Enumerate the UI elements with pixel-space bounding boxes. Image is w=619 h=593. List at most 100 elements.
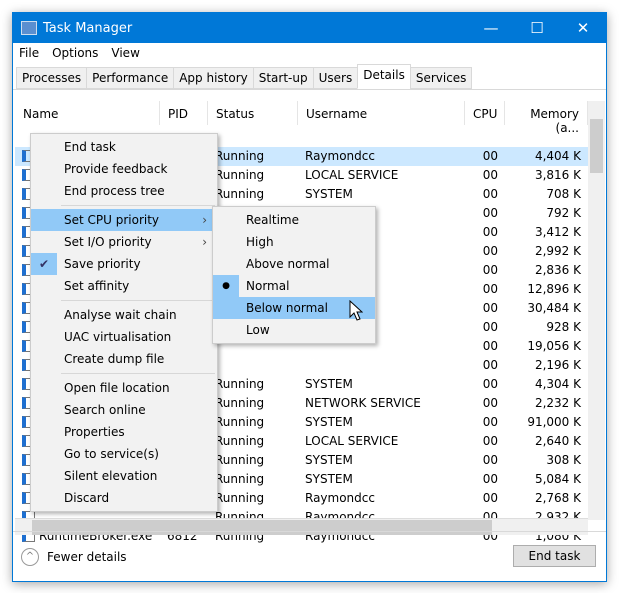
cell-text: 00: [482, 320, 498, 334]
menu-item-label: Open file location: [64, 381, 170, 395]
column-headers: Name PID Status Username CPU Memory (a...: [15, 101, 588, 135]
cell-text: 00: [482, 339, 498, 353]
cell-text: 708 K: [546, 187, 581, 201]
cell: 00: [465, 413, 505, 432]
cell: 00: [465, 356, 505, 375]
menu-item-label: High: [246, 235, 274, 249]
cell-text: 00: [482, 206, 498, 220]
tab-details[interactable]: Details: [357, 64, 411, 89]
cell: 308 K: [505, 451, 588, 470]
menu-item-label: Search online: [64, 403, 146, 417]
menu-separator: [61, 373, 215, 374]
cell: 3,816 K: [505, 166, 588, 185]
menu-item-label: Low: [246, 323, 270, 337]
cell: SYSTEM: [298, 451, 465, 470]
menu-item-label: Discard: [64, 491, 110, 505]
cell-text: 5,084 K: [534, 472, 581, 486]
cell: 00: [465, 166, 505, 185]
cell: Running: [208, 432, 298, 451]
menu-options[interactable]: Options: [52, 46, 98, 60]
menu-file[interactable]: File: [19, 46, 39, 60]
close-button[interactable]: ✕: [560, 19, 606, 37]
cell: Running: [208, 166, 298, 185]
cell: 792 K: [505, 204, 588, 223]
vertical-scrollbar[interactable]: [588, 101, 605, 520]
menu-item-end-process-tree[interactable]: End process tree: [31, 180, 217, 202]
priority-realtime[interactable]: Realtime: [213, 209, 375, 231]
tab-app-history[interactable]: App history: [173, 67, 254, 89]
cell: 00: [465, 280, 505, 299]
column-header[interactable]: Memory (a...: [505, 101, 588, 135]
menu-item-save-priority[interactable]: ✔ Save priority: [31, 253, 217, 275]
menu-view[interactable]: View: [111, 46, 139, 60]
cell-text: 00: [482, 472, 498, 486]
menu-item-silent-elevation[interactable]: Silent elevation: [31, 465, 217, 487]
cell: 2,196 K: [505, 356, 588, 375]
priority-above-normal[interactable]: Above normal: [213, 253, 375, 275]
priority-normal[interactable]: ● Normal: [213, 275, 375, 297]
column-header[interactable]: CPU: [465, 101, 505, 125]
menu-item-uac-virtualisation[interactable]: UAC virtualisation: [31, 326, 217, 348]
menu-item-properties[interactable]: Properties: [31, 421, 217, 443]
footer: ^ Fewer details End task: [13, 531, 606, 581]
menu-item-create-dump-file[interactable]: Create dump file: [31, 348, 217, 370]
cell: 4,304 K: [505, 375, 588, 394]
menu-bar: File Options View: [13, 43, 606, 63]
tab-start-up[interactable]: Start-up: [252, 67, 314, 89]
menu-item-label: UAC virtualisation: [64, 330, 172, 344]
menu-item-label: Create dump file: [64, 352, 165, 366]
tab-performance[interactable]: Performance: [86, 67, 175, 89]
priority-low[interactable]: Low: [213, 319, 375, 341]
chevron-up-icon: ^: [21, 548, 39, 566]
tab-users[interactable]: Users: [312, 67, 359, 89]
cell: Running: [208, 375, 298, 394]
cell: 2,640 K: [505, 432, 588, 451]
cell: 00: [465, 242, 505, 261]
menu-item-open-file-location[interactable]: Open file location: [31, 377, 217, 399]
menu-item-label: Provide feedback: [64, 162, 168, 176]
menu-item-discard[interactable]: Discard: [31, 487, 217, 509]
menu-item-label: Set affinity: [64, 279, 130, 293]
cell-text: 00: [482, 282, 498, 296]
cell: [208, 356, 298, 375]
cell: 2,232 K: [505, 394, 588, 413]
menu-item-set-i-o-priority[interactable]: Set I/O priority ›: [31, 231, 217, 253]
cell: SYSTEM: [298, 185, 465, 204]
menu-item-go-to-service-s-[interactable]: Go to service(s): [31, 443, 217, 465]
cell: Running: [208, 413, 298, 432]
menu-item-set-cpu-priority[interactable]: Set CPU priority ›: [31, 209, 217, 231]
menu-item-end-task[interactable]: End task: [31, 136, 217, 158]
tab-processes[interactable]: Processes: [16, 67, 88, 89]
cell-text: 00: [482, 453, 498, 467]
cell: Running: [208, 489, 298, 508]
column-header[interactable]: PID: [160, 101, 208, 125]
menu-item-set-affinity[interactable]: Set affinity: [31, 275, 217, 297]
cell: SYSTEM: [298, 375, 465, 394]
cell-text: 91,000 K: [527, 415, 581, 429]
end-task-button[interactable]: End task: [513, 545, 596, 567]
cell-text: 30,484 K: [527, 301, 581, 315]
cell-text: NETWORK SERVICE: [305, 396, 421, 410]
cell: 00: [465, 489, 505, 508]
radio-dot-icon: ●: [213, 275, 239, 297]
window-title: Task Manager: [43, 20, 133, 36]
cell-text: 00: [482, 225, 498, 239]
column-header[interactable]: Name: [15, 101, 160, 125]
column-header[interactable]: Status: [208, 101, 298, 125]
menu-item-label: Set I/O priority: [64, 235, 152, 249]
column-header[interactable]: Username: [298, 101, 465, 125]
title-bar: Task Manager — ☐ ✕: [13, 13, 606, 43]
tab-services[interactable]: Services: [409, 67, 473, 89]
cell: Running: [208, 147, 298, 166]
minimize-button[interactable]: —: [468, 19, 514, 37]
menu-item-search-online[interactable]: Search online: [31, 399, 217, 421]
cell: 00: [465, 261, 505, 280]
menu-item-provide-feedback[interactable]: Provide feedback: [31, 158, 217, 180]
maximize-button[interactable]: ☐: [514, 19, 560, 37]
priority-high[interactable]: High: [213, 231, 375, 253]
fewer-details-button[interactable]: ^ Fewer details: [21, 548, 127, 566]
cell-text: Running: [215, 415, 265, 429]
menu-item-label: Analyse wait chain: [64, 308, 177, 322]
cell: LOCAL SERVICE: [298, 166, 465, 185]
menu-item-analyse-wait-chain[interactable]: Analyse wait chain: [31, 304, 217, 326]
